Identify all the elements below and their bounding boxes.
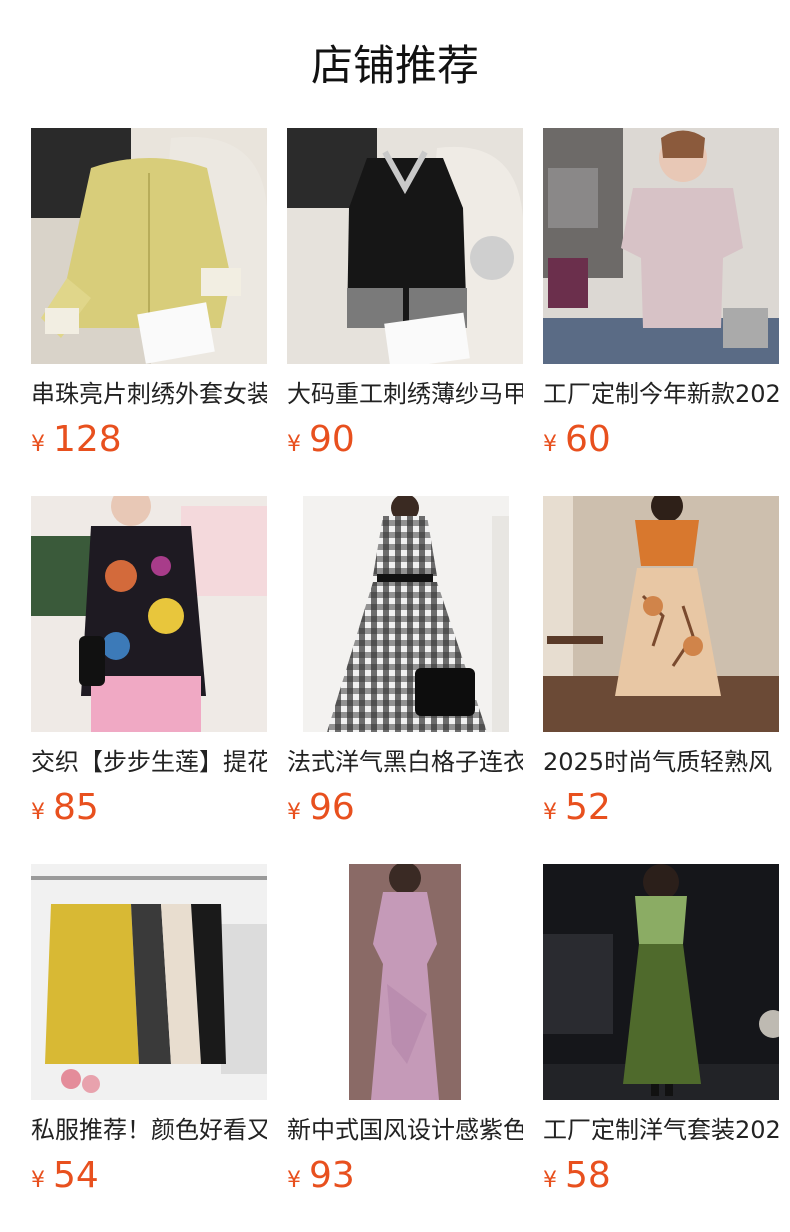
product-card[interactable]: 交织【步步生莲】提花 ¥85: [31, 496, 267, 830]
product-price: ¥128: [31, 418, 267, 462]
price-value: 60: [565, 419, 611, 460]
product-name: 串珠亮片刺绣外套女装: [31, 380, 267, 408]
product-price: ¥85: [31, 786, 267, 830]
product-card[interactable]: 工厂定制洋气套装2025 ¥58: [543, 864, 779, 1198]
product-name: 新中式国风设计感紫色: [287, 1116, 523, 1144]
price-value: 96: [309, 787, 355, 828]
product-price: ¥93: [287, 1154, 523, 1198]
currency-symbol: ¥: [543, 432, 557, 457]
currency-symbol: ¥: [31, 432, 45, 457]
price-value: 58: [565, 1155, 611, 1196]
product-card[interactable]: 私服推荐！颜色好看又 ¥54: [31, 864, 267, 1198]
currency-symbol: ¥: [287, 800, 301, 825]
product-name: 私服推荐！颜色好看又: [31, 1116, 267, 1144]
currency-symbol: ¥: [543, 1168, 557, 1193]
product-card[interactable]: 大码重工刺绣薄纱马甲 ¥90: [287, 128, 523, 462]
product-card[interactable]: 工厂定制今年新款2025 ¥60: [543, 128, 779, 462]
section-title: 店铺推荐: [310, 41, 479, 90]
product-image[interactable]: [287, 864, 523, 1100]
product-image[interactable]: [31, 128, 267, 364]
currency-symbol: ¥: [287, 432, 301, 457]
product-name: 法式洋气黑白格子连衣: [287, 748, 523, 776]
product-card[interactable]: 新中式国风设计感紫色 ¥93: [287, 864, 523, 1198]
currency-symbol: ¥: [31, 800, 45, 825]
product-price: ¥54: [31, 1154, 267, 1198]
price-value: 90: [309, 419, 355, 460]
product-image[interactable]: [543, 496, 779, 732]
product-image[interactable]: [543, 864, 779, 1100]
price-value: 93: [309, 1155, 355, 1196]
currency-symbol: ¥: [287, 1168, 301, 1193]
price-value: 128: [53, 419, 122, 460]
product-card[interactable]: 串珠亮片刺绣外套女装 ¥128: [31, 128, 267, 462]
product-card[interactable]: 法式洋气黑白格子连衣 ¥96: [287, 496, 523, 830]
currency-symbol: ¥: [31, 1168, 45, 1193]
product-image[interactable]: [31, 496, 267, 732]
price-value: 52: [565, 787, 611, 828]
currency-symbol: ¥: [543, 800, 557, 825]
product-price: ¥96: [287, 786, 523, 830]
product-image[interactable]: [31, 864, 267, 1100]
product-name: 2025时尚气质轻熟风: [543, 748, 773, 776]
product-price: ¥58: [543, 1154, 779, 1198]
product-price: ¥90: [287, 418, 523, 462]
product-card[interactable]: 2025时尚气质轻熟风 ¥52: [543, 496, 779, 830]
product-price: ¥52: [543, 786, 779, 830]
price-value: 85: [53, 787, 99, 828]
price-value: 54: [53, 1155, 99, 1196]
product-image[interactable]: [543, 128, 779, 364]
product-image[interactable]: [287, 496, 523, 732]
product-name: 工厂定制今年新款2025: [543, 380, 779, 408]
product-price: ¥60: [543, 418, 779, 462]
product-name: 工厂定制洋气套装2025: [543, 1116, 779, 1144]
product-image[interactable]: [287, 128, 523, 364]
product-name: 大码重工刺绣薄纱马甲: [287, 380, 523, 408]
product-name: 交织【步步生莲】提花: [31, 748, 267, 776]
